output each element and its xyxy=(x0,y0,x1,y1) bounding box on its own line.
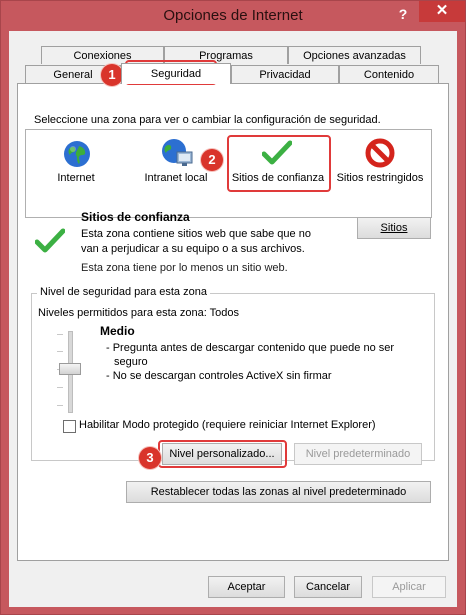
callout-badge-1: 1 xyxy=(101,64,123,86)
tab-privacidad[interactable]: Privacidad xyxy=(231,65,339,83)
intranet-icon xyxy=(162,139,193,166)
sites-button[interactable]: Sitios xyxy=(357,217,431,239)
zone-instruction-text: Seleccione una zona para ver o cambiar l… xyxy=(34,114,381,126)
cancel-button[interactable]: Cancelar xyxy=(294,576,362,598)
zone-intranet-local[interactable]: Intranet local xyxy=(126,130,226,217)
slider-thumb[interactable] xyxy=(59,363,81,375)
close-button[interactable]: ✕ xyxy=(419,1,465,22)
reset-all-zones-button[interactable]: Restablecer todas las zonas al nivel pre… xyxy=(126,481,431,503)
zone-restringidos-label: Sitios restringidos xyxy=(336,172,424,184)
slider-tick xyxy=(57,351,63,352)
allowed-levels-text: Niveles permitidos para esta zona: Todos xyxy=(38,307,239,319)
zone-note: Esta zona tiene por lo menos un sitio we… xyxy=(81,262,288,274)
zone-internet[interactable]: Internet xyxy=(26,130,126,217)
zone-internet-label: Internet xyxy=(57,172,95,184)
sites-button-label: Sitios xyxy=(380,222,408,234)
tab-seguridad[interactable]: Seguridad xyxy=(121,63,231,84)
slider-tick xyxy=(57,405,63,406)
protected-mode-label[interactable]: Habilitar Modo protegido (requiere reini… xyxy=(79,419,376,431)
zone-description-line-1: Esta zona contiene sitios web que sabe q… xyxy=(81,228,311,240)
slider-tick xyxy=(57,387,63,388)
zone-description-line-2: van a perjudicar a su equipo o a sus arc… xyxy=(81,243,305,255)
level-description-line-1: - Pregunta antes de descargar contenido … xyxy=(106,342,395,354)
tab-opciones-avanzadas[interactable]: Opciones avanzadas xyxy=(288,46,421,64)
custom-level-highlight xyxy=(158,440,287,468)
zone-info-title: Sitios de confianza xyxy=(81,210,190,224)
zone-sitios-restringidos[interactable]: Sitios restringidos xyxy=(330,130,430,217)
apply-button[interactable]: Aplicar xyxy=(372,576,446,598)
security-level-group-title: Nivel de seguridad para esta zona xyxy=(37,286,210,298)
dialog-window: Opciones de Internet ? ✕ Conexiones Prog… xyxy=(0,0,466,615)
callout-badge-2: 2 xyxy=(201,149,223,171)
protected-mode-checkbox[interactable] xyxy=(63,420,76,433)
slider-tick xyxy=(57,334,63,335)
restricted-icon xyxy=(365,138,395,168)
level-description-line-3: - No se descargan controles ActiveX sin … xyxy=(106,370,332,382)
default-level-button[interactable]: Nivel predeterminado xyxy=(294,443,422,465)
level-description-line-2: seguro xyxy=(114,356,148,368)
help-button[interactable]: ? xyxy=(391,3,415,25)
callout-badge-3: 3 xyxy=(139,447,161,469)
security-level-name: Medio xyxy=(100,324,135,338)
title-bar[interactable]: Opciones de Internet ? ✕ xyxy=(1,1,465,31)
zone-intranet-label: Intranet local xyxy=(144,172,208,184)
globe-icon xyxy=(64,141,90,167)
security-level-slider[interactable] xyxy=(57,331,81,413)
zone-info-checkmark-icon xyxy=(35,228,65,253)
accept-button[interactable]: Aceptar xyxy=(208,576,285,598)
tab-contenido[interactable]: Contenido xyxy=(339,65,439,83)
selected-zone-highlight xyxy=(227,135,331,192)
